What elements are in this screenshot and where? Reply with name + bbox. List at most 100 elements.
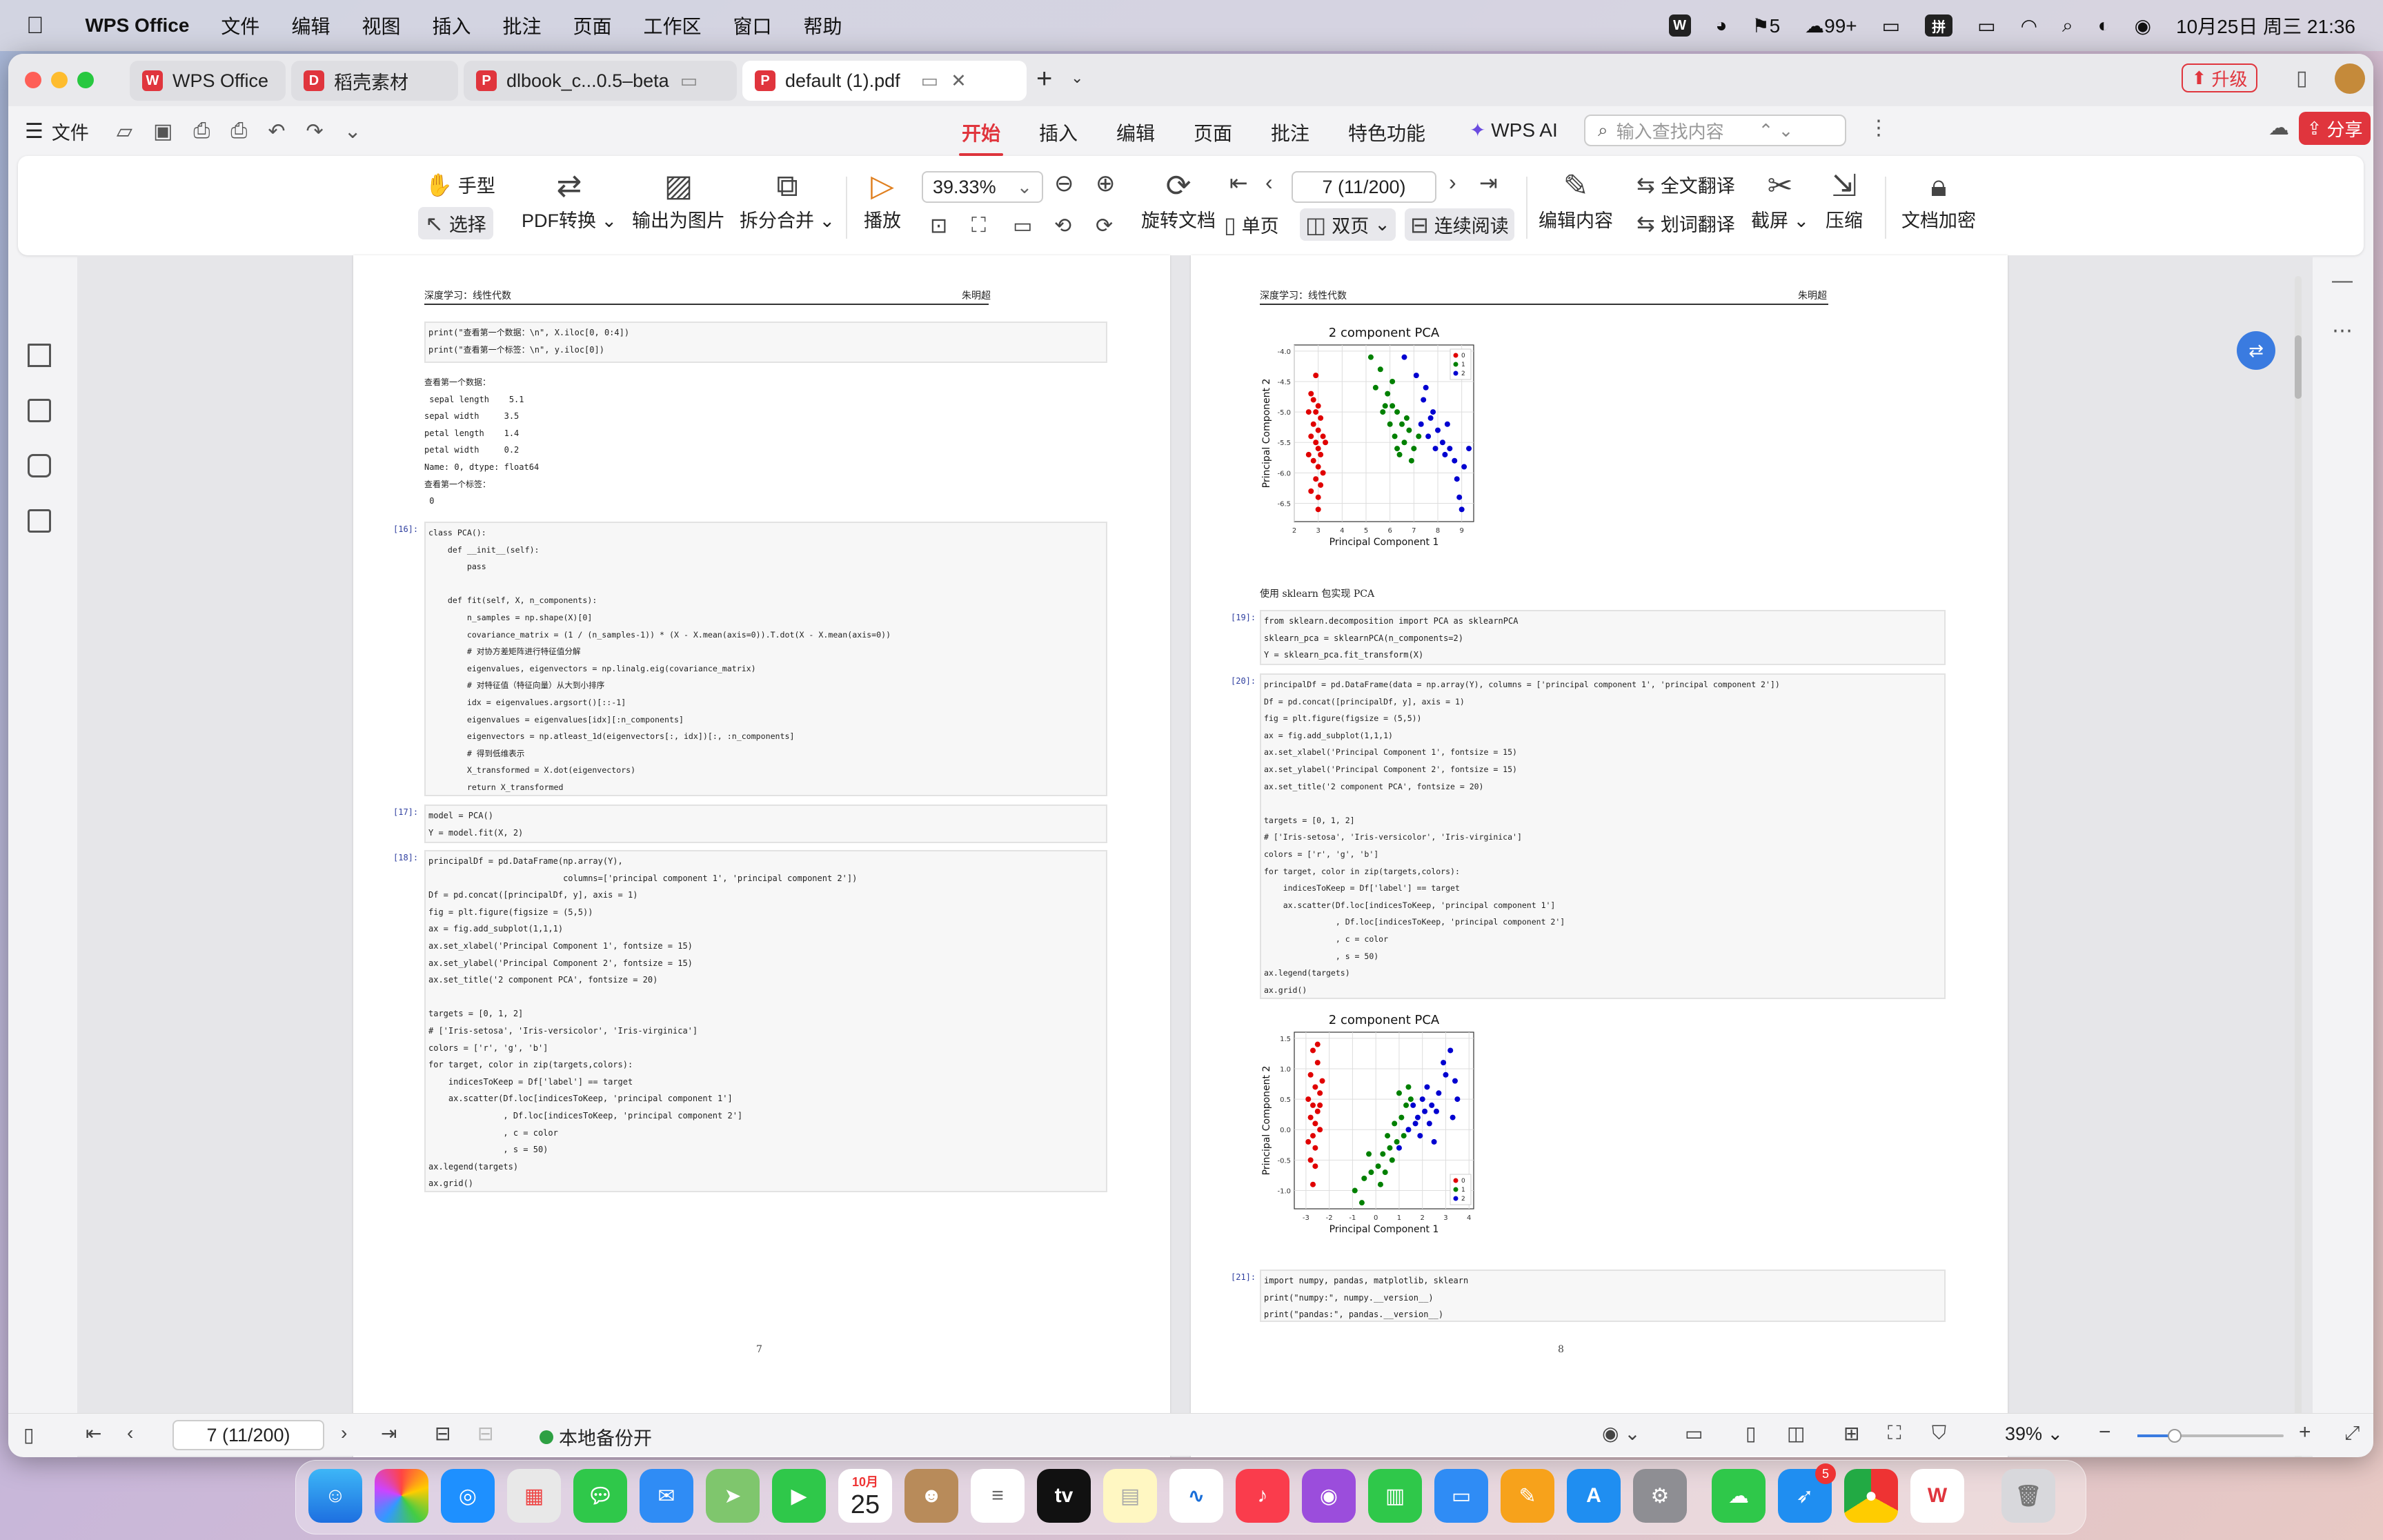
screenshot-button[interactable]: ✂ 截屏 ⌄ (1751, 167, 1809, 233)
menu-window[interactable]: 窗口 (733, 12, 772, 39)
reminders-icon[interactable]: ≡ (971, 1469, 1025, 1523)
chevron-down-icon[interactable]: ⌄ (1071, 69, 1083, 87)
edit-content-button[interactable]: ✎ 编辑内容 (1539, 167, 1613, 233)
trash-icon[interactable]: 🗑︎ (2001, 1469, 2055, 1523)
ribbon-tab-features[interactable]: 特色功能 (1348, 119, 1425, 146)
contacts-icon[interactable]: ☻ (904, 1469, 958, 1523)
zoom-select[interactable]: 39.33% ⌄ (922, 171, 1043, 203)
timer-tray-icon[interactable]: ◕ (1716, 14, 1728, 37)
apple-icon[interactable]:  (26, 12, 44, 39)
chrome-icon[interactable]: ● (1844, 1469, 1898, 1523)
last-page-icon[interactable]: ⇥ (381, 1422, 397, 1445)
hamburger-icon[interactable]: ☰ (25, 119, 43, 144)
cloud-icon[interactable]: ☁ (2268, 116, 2289, 140)
zoom-slider[interactable] (2137, 1429, 2284, 1443)
ribbon-tab-start[interactable]: 开始 (958, 119, 1004, 156)
thumbnail-icon[interactable] (28, 399, 51, 422)
zoom-in-icon[interactable]: ⊕ (1096, 170, 1116, 197)
calendar-icon[interactable]: 10月 25 (838, 1469, 892, 1523)
close-tab-icon[interactable]: ✕ (951, 70, 967, 92)
select-tool-button[interactable]: ↖ 选择 (418, 207, 493, 239)
file-menu-button[interactable]: 文件 (52, 118, 89, 145)
sidebar-toggle-icon[interactable]: ▯ (2296, 66, 2308, 90)
prev-page-icon[interactable]: ‹ (127, 1422, 133, 1444)
maps-icon[interactable]: ➤ (706, 1469, 760, 1523)
wps-tray-icon[interactable]: W (1668, 14, 1691, 37)
print-preview-icon[interactable]: ⎙ (193, 119, 210, 143)
ribbon-tab-comment[interactable]: 批注 (1271, 119, 1309, 146)
floating-translate-button[interactable]: ⇄ (2237, 331, 2275, 370)
single-view-icon[interactable]: ▯ (1746, 1422, 1756, 1445)
next-page-icon[interactable]: › (1449, 170, 1456, 195)
open-folder-icon[interactable]: ▱ (117, 119, 132, 144)
word-translate-button[interactable]: ⇆ 划词翻译 (1637, 210, 1735, 237)
app-badge-tray[interactable]: ⚑5 (1752, 14, 1780, 37)
podcasts-icon[interactable]: ◉ (1302, 1469, 1356, 1523)
tab-docer[interactable]: D 稻壳素材 (291, 61, 458, 101)
bookmark-icon[interactable] (28, 344, 51, 367)
next-view-icon[interactable]: ⊟ (477, 1422, 493, 1445)
eye-icon[interactable]: ◉ ⌄ (1602, 1422, 1641, 1445)
input-method[interactable]: 拼 (1925, 14, 1953, 37)
ribbon-tab-insert[interactable]: 插入 (1039, 119, 1078, 146)
spotlight-icon[interactable]: ⌕ (2062, 14, 2073, 37)
more-options-icon[interactable]: ⋯ (2332, 319, 2353, 343)
tab-dlbook[interactable]: Pdlbook_c...0.5–beta ▭ (464, 61, 737, 101)
facetime-icon[interactable]: ▶ (772, 1469, 826, 1523)
play-button[interactable]: ▷ 播放 (864, 167, 901, 233)
wifi-icon[interactable]: ◠ (2021, 14, 2037, 37)
pdf-convert-button[interactable]: ⇄ PDF转换 ⌄ (522, 167, 617, 233)
fit-page-icon[interactable]: ⛶ (971, 214, 986, 237)
share-button[interactable]: ⇪ 分享 (2299, 112, 2371, 145)
launchpad-icon[interactable]: ▦ (507, 1469, 561, 1523)
ribbon-tab-page[interactable]: 页面 (1194, 119, 1232, 146)
compress-button[interactable]: ⇲ 压缩 (1826, 167, 1863, 233)
wechat-tray-icon[interactable]: ☁99+ (1805, 14, 1857, 37)
music-icon[interactable]: ♪ (1236, 1469, 1289, 1523)
fullscreen-icon[interactable]: ⤢ (2344, 1422, 2360, 1445)
save-icon[interactable]: ▣ (153, 119, 172, 144)
double-view-icon[interactable]: ◫ (1787, 1422, 1805, 1445)
upgrade-button[interactable]: ⬆ 升级 (2182, 63, 2257, 92)
print-icon[interactable]: ⎙ (230, 119, 247, 143)
double-page-button[interactable]: ◫ 双页 ⌄ (1300, 208, 1396, 241)
avatar[interactable] (2335, 63, 2365, 94)
rotate-document-button[interactable]: ⟳ 旋转文档 (1141, 167, 1216, 233)
freeform-icon[interactable]: ∿ (1169, 1469, 1223, 1523)
more-options-icon[interactable]: ⋮ (1868, 116, 1889, 140)
status-zoom-select[interactable]: 39% ⌄ (2005, 1423, 2063, 1445)
status-page-input[interactable]: 7 (11/200) (172, 1420, 324, 1450)
zoom-slider-handle[interactable] (2168, 1429, 2182, 1443)
reading-mode-icon[interactable]: ▭ (1685, 1422, 1703, 1445)
menu-comment[interactable]: 批注 (502, 12, 541, 39)
fit-width-icon[interactable]: ▭ (1013, 214, 1032, 238)
attachment-icon[interactable] (28, 509, 51, 533)
menu-file[interactable]: 文件 (221, 12, 259, 39)
app-store-icon[interactable]: A (1567, 1469, 1621, 1523)
wps-dock-icon[interactable]: W (1910, 1469, 1964, 1523)
zoom-in-icon[interactable]: + (2299, 1421, 2311, 1444)
local-backup-status[interactable]: 本地备份开 (540, 1423, 652, 1450)
split-merge-button[interactable]: ⧉ 拆分合并 ⌄ (740, 167, 835, 233)
chevron-down-icon[interactable]: ⌄ (344, 119, 362, 144)
export-image-button[interactable]: ▨ 输出为图片 (632, 167, 725, 233)
encrypt-button[interactable]: 🔒︎ 文档加密 (1901, 167, 1976, 233)
menu-edit[interactable]: 编辑 (291, 12, 330, 39)
new-tab-plus-icon[interactable]: + (1036, 63, 1052, 95)
next-page-icon[interactable]: › (341, 1422, 347, 1444)
first-page-icon[interactable]: ⇤ (86, 1422, 101, 1445)
undo-icon[interactable]: ↶ (268, 119, 285, 144)
wps-ai-button[interactable]: ✦ WPS AI (1470, 119, 1558, 141)
notes-icon[interactable]: ▤ (1103, 1469, 1157, 1523)
sidebar-toggle-icon[interactable]: ▯ (23, 1423, 34, 1446)
zoom-out-icon[interactable]: − (2099, 1421, 2111, 1444)
minimize-window-button[interactable] (51, 72, 68, 88)
scrollbar-thumb[interactable] (2295, 335, 2302, 399)
siri-icon[interactable]: ◉ (2135, 14, 2151, 37)
zoom-window-button[interactable] (77, 72, 94, 88)
menu-app-name[interactable]: WPS Office (86, 14, 190, 37)
rotate-right-icon[interactable]: ⟳ (1096, 214, 1113, 238)
close-window-button[interactable] (25, 72, 41, 88)
continuous-read-button[interactable]: ⊟ 连续阅读 (1405, 208, 1514, 241)
hand-tool-button[interactable]: ✋ 手型 (425, 171, 495, 198)
